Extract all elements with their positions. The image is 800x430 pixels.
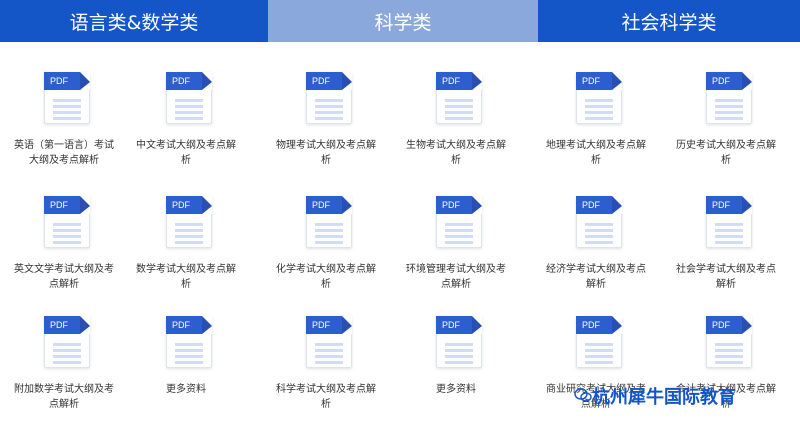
pdf-file-icon: PDF xyxy=(166,316,212,368)
document-item[interactable]: PDF 科学考试大纲及考点解析 xyxy=(262,286,390,410)
document-label: 更多资料 xyxy=(436,384,476,395)
pdf-badge: PDF xyxy=(576,196,612,214)
pdf-badge: PDF xyxy=(306,196,342,214)
pdf-badge: PDF xyxy=(44,196,80,214)
pdf-badge: PDF xyxy=(436,72,472,90)
document-item[interactable]: PDF 地理考试大纲及考点解析 xyxy=(532,42,660,166)
category-tabs: 语言类&数学类 科学类 社会科学类 xyxy=(0,0,800,42)
pdf-badge: PDF xyxy=(706,316,742,334)
pdf-badge: PDF xyxy=(436,196,472,214)
document-item[interactable]: PDF 更多资料 xyxy=(122,286,250,398)
pdf-badge: PDF xyxy=(576,316,612,334)
document-label: 英语（第一语言）考试大纲及考点解析 xyxy=(14,140,114,166)
watermark-text: 杭州犀牛国际教育 xyxy=(592,387,736,408)
wechat-icon xyxy=(574,388,592,402)
document-item[interactable]: PDF 更多资料 xyxy=(392,286,520,398)
pdf-file-icon: PDF xyxy=(576,316,622,368)
document-grid: PDF 英语（第一语言）考试大纲及考点解析 PDF 中文考试大纲及考点解析 PDF 物理考… xyxy=(0,42,800,430)
pdf-badge: PDF xyxy=(576,72,612,90)
pdf-badge: PDF xyxy=(706,72,742,90)
pdf-badge: PDF xyxy=(166,72,202,90)
pdf-file-icon: PDF xyxy=(166,72,212,124)
pdf-badge: PDF xyxy=(706,196,742,214)
pdf-file-icon: PDF xyxy=(436,72,482,124)
document-label: 物理考试大纲及考点解析 xyxy=(276,140,376,166)
document-label: 生物考试大纲及考点解析 xyxy=(406,140,506,166)
pdf-file-icon: PDF xyxy=(576,196,622,248)
pdf-file-icon: PDF xyxy=(706,72,752,124)
document-item[interactable]: PDF 会计考试大纲及考点解析 xyxy=(662,286,790,410)
document-label: 历史考试大纲及考点解析 xyxy=(676,140,776,166)
pdf-badge: PDF xyxy=(306,316,342,334)
pdf-file-icon: PDF xyxy=(306,72,352,124)
document-item[interactable]: PDF 商业研究考试大纲及考点解析 xyxy=(532,286,660,410)
tab-science[interactable]: 科学类 xyxy=(268,0,538,42)
pdf-badge: PDF xyxy=(166,316,202,334)
pdf-file-icon: PDF xyxy=(436,196,482,248)
document-label: 地理考试大纲及考点解析 xyxy=(546,140,646,166)
document-item[interactable]: PDF 生物考试大纲及考点解析 xyxy=(392,42,520,166)
document-label: 中文考试大纲及考点解析 xyxy=(136,140,236,166)
tab-social-science[interactable]: 社会科学类 xyxy=(538,0,800,42)
pdf-badge: PDF xyxy=(44,72,80,90)
document-item[interactable]: PDF 化学考试大纲及考点解析 xyxy=(262,166,390,290)
pdf-file-icon: PDF xyxy=(166,196,212,248)
pdf-badge: PDF xyxy=(166,196,202,214)
pdf-badge: PDF xyxy=(306,72,342,90)
document-item[interactable]: PDF 社会学考试大纲及考点解析 xyxy=(662,166,790,290)
document-item[interactable]: PDF 附加数学考试大纲及考点解析 xyxy=(0,286,128,410)
pdf-file-icon: PDF xyxy=(44,72,90,124)
document-item[interactable]: PDF 历史考试大纲及考点解析 xyxy=(662,42,790,166)
document-item[interactable]: PDF 英文文学考试大纲及考点解析 xyxy=(0,166,128,290)
document-item[interactable]: PDF 数学考试大纲及考点解析 xyxy=(122,166,250,290)
document-label: 科学考试大纲及考点解析 xyxy=(276,384,376,410)
pdf-file-icon: PDF xyxy=(44,196,90,248)
document-item[interactable]: PDF 经济学考试大纲及考点解析 xyxy=(532,166,660,290)
pdf-file-icon: PDF xyxy=(706,316,752,368)
pdf-file-icon: PDF xyxy=(706,196,752,248)
tab-language-math[interactable]: 语言类&数学类 xyxy=(0,0,268,42)
pdf-badge: PDF xyxy=(44,316,80,334)
pdf-file-icon: PDF xyxy=(306,196,352,248)
document-label: 更多资料 xyxy=(166,384,206,395)
document-item[interactable]: PDF 物理考试大纲及考点解析 xyxy=(262,42,390,166)
pdf-file-icon: PDF xyxy=(436,316,482,368)
pdf-file-icon: PDF xyxy=(44,316,90,368)
document-item[interactable]: PDF 英语（第一语言）考试大纲及考点解析 xyxy=(0,42,128,166)
pdf-badge: PDF xyxy=(436,316,472,334)
document-label: 附加数学考试大纲及考点解析 xyxy=(14,384,114,410)
pdf-file-icon: PDF xyxy=(306,316,352,368)
document-item[interactable]: PDF 环境管理考试大纲及考点解析 xyxy=(392,166,520,290)
pdf-file-icon: PDF xyxy=(576,72,622,124)
document-item[interactable]: PDF 中文考试大纲及考点解析 xyxy=(122,42,250,166)
